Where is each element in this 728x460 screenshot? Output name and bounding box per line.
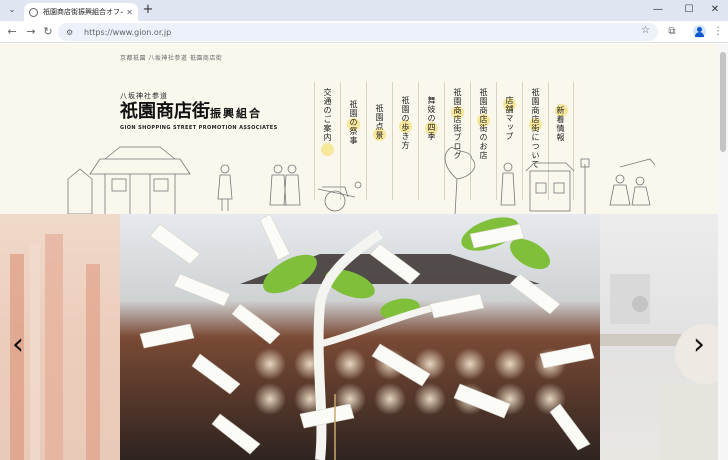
carousel-prev-button[interactable]: ‹ [8, 330, 28, 360]
forward-icon[interactable]: → [24, 25, 38, 39]
page-scrollbar[interactable] [718, 44, 728, 460]
scrollbar-thumb[interactable] [720, 52, 726, 152]
nav-label: 舞妓の四季 [427, 96, 436, 141]
profile-avatar-icon[interactable] [693, 25, 706, 38]
tab-search-icon[interactable]: ⌄ [7, 5, 17, 15]
site-logo[interactable]: 八坂神社参道 祇園商店街振興組合 GION SHOPPING STREET PR… [120, 91, 278, 131]
back-icon[interactable]: ← [5, 25, 19, 39]
carousel-current-slide [120, 214, 600, 460]
street-illustration [67, 146, 656, 214]
browser-tab[interactable]: 祇園商店街振興組合オフィシャルサイト ✕ [24, 3, 138, 21]
reload-icon[interactable]: ↻ [41, 25, 55, 39]
omikuji-paper-fortunes-image [120, 214, 600, 460]
site-info-icon[interactable]: ⚙ [66, 28, 78, 37]
url-text[interactable]: https://www.gion.or.jp [84, 28, 171, 37]
tab-strip: ⌄ 祇園商店街振興組合オフィシャルサイト ✕ + — ☐ ✕ [0, 0, 728, 21]
tab-favicon-icon [29, 7, 38, 17]
tab-title: 祇園商店街振興組合オフィシャルサイト [43, 8, 123, 16]
bookmark-star-icon[interactable]: ☆ [641, 25, 650, 36]
menu-kebab-icon[interactable]: ⋮ [711, 25, 725, 39]
logo-title-small: 振興組合 [210, 107, 262, 120]
browser-toolbar: ← → ↻ ⚙ https://www.gion.or.jp ☆ ⧉ ⋮ [0, 21, 728, 43]
logo-title-main: 祇園商店街 [120, 101, 210, 122]
carousel-next-button[interactable]: › [689, 330, 709, 360]
extensions-icon[interactable]: ⧉ [665, 25, 679, 39]
address-bar[interactable]: ⚙ https://www.gion.or.jp ☆ [58, 23, 658, 41]
new-tab-icon[interactable]: + [141, 3, 155, 17]
minimize-icon[interactable]: — [648, 3, 668, 17]
breadcrumb: 京都祇園 八坂神社参道 祇園商店街 [120, 55, 223, 62]
logo-subtitle: 八坂神社参道 [120, 92, 168, 100]
nav-label: 店舗マップ [505, 96, 514, 141]
tab-close-icon[interactable]: ✕ [126, 8, 133, 17]
page: 京都祇園 八坂神社参道 祇園商店街 八坂神社参道 祇園商店街振興組合 GION … [0, 44, 718, 460]
logo-title: 祇園商店街振興組合 [120, 101, 278, 125]
nav-label: 祇園点景 [375, 104, 384, 140]
nav-label: 新着情報 [556, 106, 565, 142]
logo-english: GION SHOPPING STREET PROMOTION ASSOCIATE… [120, 125, 278, 131]
close-window-icon[interactable]: ✕ [705, 3, 725, 17]
maximize-icon[interactable]: ☐ [679, 3, 699, 17]
nav-label: 交通のご案内 [323, 88, 332, 142]
